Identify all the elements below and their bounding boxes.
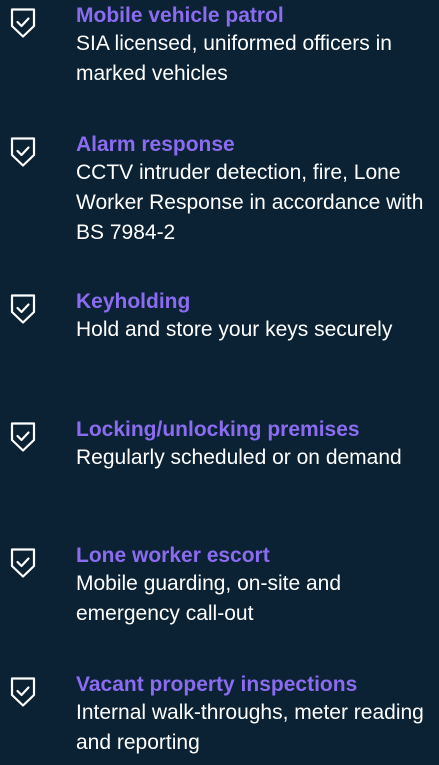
feature-list: Mobile vehicle patrol SIA licensed, unif… [0,0,439,765]
shield-check-icon [9,7,37,39]
feature-title: Lone worker escort [76,544,270,567]
feature-description: Internal walk-throughs, meter reading an… [76,701,424,754]
feature-text: Locking/unlocking premises Regularly sch… [76,418,436,473]
feature-title: Mobile vehicle patrol [76,4,284,27]
feature-title: Alarm response [76,133,235,156]
feature-text: Vacant property inspections Internal wal… [76,673,436,758]
feature-description: Hold and store your keys securely [76,318,393,341]
feature-description: Mobile guarding, on-site and emergency c… [76,572,342,625]
shield-check-icon [9,547,37,579]
feature-title: Keyholding [76,290,191,313]
feature-text: Alarm response CCTV intruder detection, … [76,133,436,248]
feature-title: Vacant property inspections [76,673,358,696]
feature-text: Mobile vehicle patrol SIA licensed, unif… [76,4,436,89]
shield-check-icon [9,136,37,168]
feature-description: Regularly scheduled or on demand [76,446,402,469]
feature-text: Keyholding Hold and store your keys secu… [76,290,436,345]
feature-description: CCTV intruder detection, fire, Lone Work… [76,161,424,244]
shield-check-icon [9,421,37,453]
feature-description: SIA licensed, uniformed officers in mark… [76,32,392,85]
shield-check-icon [9,676,37,708]
shield-check-icon [9,293,37,325]
feature-title: Locking/unlocking premises [76,418,360,441]
feature-text: Lone worker escort Mobile guarding, on-s… [76,544,436,629]
